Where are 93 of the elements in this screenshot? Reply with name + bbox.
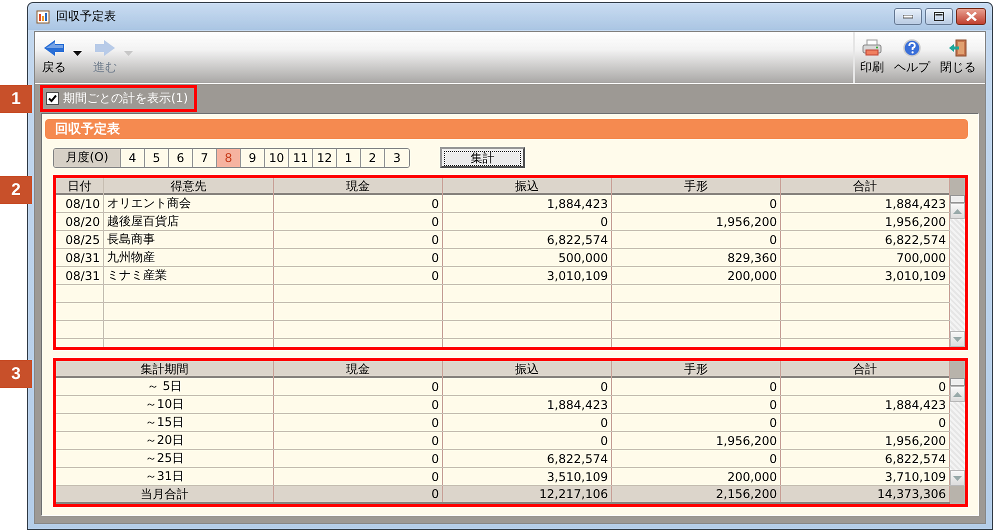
- maximize-button[interactable]: [925, 8, 953, 25]
- table-cell: 0: [274, 267, 443, 284]
- up-arrow-icon: [953, 392, 962, 396]
- table-cell: 越後屋百貨店: [104, 213, 274, 230]
- table-cell: 1,956,200: [612, 432, 781, 449]
- table-cell: 3,510,109: [443, 468, 612, 485]
- table-cell: 0: [274, 450, 443, 467]
- table-cell: 長島商事: [104, 231, 274, 248]
- month-label: 月度(O): [54, 148, 121, 166]
- table-cell: 6,822,574: [443, 450, 612, 467]
- table-cell: 0: [274, 432, 443, 449]
- scroll-down-button[interactable]: [950, 331, 965, 347]
- table-cell: 0: [274, 378, 443, 395]
- scroll-down-button[interactable]: [950, 470, 965, 486]
- table-cell: 0: [274, 213, 443, 230]
- printer-icon: [862, 39, 882, 57]
- close-icon: [966, 12, 976, 21]
- aggregate-button[interactable]: 集計: [440, 147, 525, 168]
- table-cell: 0: [443, 432, 612, 449]
- table-cell: 0: [274, 396, 443, 413]
- table-cell: オリエント商会: [104, 195, 274, 212]
- total-cell: 当月合計: [56, 486, 274, 502]
- scrollbar[interactable]: [950, 361, 965, 504]
- table-cell: 0: [612, 231, 781, 248]
- caret-icon[interactable]: [73, 50, 82, 56]
- table-cell: 0: [612, 378, 781, 395]
- close-button[interactable]: [956, 8, 986, 25]
- table-cell: 0: [274, 249, 443, 266]
- table-cell: ミナミ産業: [104, 267, 274, 284]
- callout-badge: 2: [0, 176, 32, 204]
- scroll-thumb[interactable]: [950, 378, 965, 386]
- table-cell: 829,360: [612, 249, 781, 266]
- table-cell: 0: [612, 195, 781, 212]
- table-cell: 08/10: [56, 195, 104, 212]
- table-cell: 0: [274, 195, 443, 212]
- table-cell: 200,000: [612, 267, 781, 284]
- header-corner: [950, 178, 965, 195]
- table-cell: 0: [612, 450, 781, 467]
- table-cell: 08/31: [56, 267, 104, 284]
- right-arrow-icon: [94, 39, 116, 57]
- scroll-up-button[interactable]: [950, 386, 965, 402]
- table-cell: 200,000: [612, 468, 781, 485]
- door-exit-icon: [948, 39, 968, 57]
- table-cell: ～ 5日: [56, 378, 274, 395]
- footer-corner: [950, 486, 965, 504]
- table-cell: 1,884,423: [443, 195, 612, 212]
- section-header: 回収予定表: [45, 119, 968, 139]
- scroll-thumb[interactable]: [950, 195, 965, 203]
- table-cell: ～10日: [56, 396, 274, 413]
- table-cell: 6,822,574: [443, 231, 612, 248]
- table-cell: ～20日: [56, 432, 274, 449]
- header-corner: [950, 361, 965, 378]
- table-cell: 500,000: [443, 249, 612, 266]
- table-cell: 08/25: [56, 231, 104, 248]
- table-cell: 0: [443, 378, 612, 395]
- up-arrow-icon: [953, 208, 962, 214]
- down-arrow-icon: [953, 336, 962, 342]
- table-cell: ～25日: [56, 450, 274, 467]
- table-cell: 0: [443, 213, 612, 230]
- minimize-button[interactable]: [894, 8, 922, 25]
- table-cell: 1,956,200: [612, 213, 781, 230]
- table-cell: 0: [274, 231, 443, 248]
- table-cell: ～15日: [56, 414, 274, 431]
- help-button[interactable]: ヘルプ: [891, 32, 933, 83]
- app-icon: [36, 10, 50, 24]
- left-arrow-icon: [43, 39, 65, 57]
- table-cell: 0: [612, 414, 781, 431]
- maximize-icon: [934, 12, 944, 21]
- window-title: 回収予定表: [56, 8, 116, 25]
- down-arrow-icon: [953, 476, 962, 480]
- back-button[interactable]: 戻る: [39, 35, 69, 80]
- table-cell: 0: [443, 414, 612, 431]
- table-cell: ～31日: [56, 468, 274, 485]
- minimize-icon: [903, 14, 913, 18]
- total-cell: 0: [274, 486, 443, 502]
- table-cell: 08/31: [56, 249, 104, 266]
- scrollbar[interactable]: [950, 178, 965, 347]
- table-cell: 0: [274, 468, 443, 485]
- callout-badge: 1: [0, 85, 32, 113]
- table-cell: 0: [612, 396, 781, 413]
- scroll-up-button[interactable]: [950, 203, 965, 219]
- table-cell: 九州物産: [104, 249, 274, 266]
- table-cell: 0: [274, 414, 443, 431]
- total-cell: 2,156,200: [612, 486, 781, 502]
- print-button[interactable]: 印刷: [857, 32, 887, 83]
- table-cell: 3,010,109: [443, 267, 612, 284]
- table-cell: 1,884,423: [443, 396, 612, 413]
- close-window-button[interactable]: 閉じる: [937, 32, 979, 83]
- callout-badge: 3: [0, 360, 32, 388]
- help-icon: [902, 39, 922, 57]
- table-cell: 08/20: [56, 213, 104, 230]
- checkbox[interactable]: [46, 92, 59, 105]
- total-cell: 12,217,106: [443, 486, 612, 502]
